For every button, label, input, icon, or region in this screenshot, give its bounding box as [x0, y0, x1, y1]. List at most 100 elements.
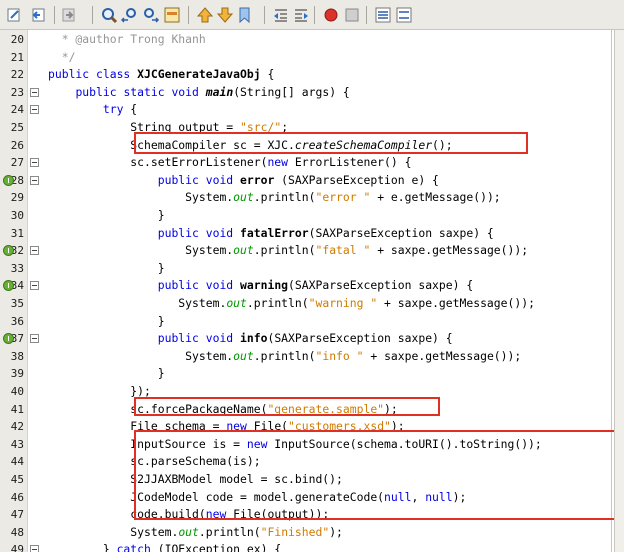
line-number: 22	[10, 68, 24, 82]
code-token: .println(	[198, 524, 261, 539]
previous-bookmark-icon	[196, 7, 214, 28]
code-line[interactable]: 34 public void warning(SAXParseException…	[0, 277, 614, 295]
code-text: }	[48, 207, 165, 225]
code-token: (SAXParseException e) {	[274, 172, 439, 187]
fold-toggle-icon[interactable]	[30, 334, 39, 344]
fold-toggle-icon[interactable]	[30, 246, 39, 256]
code-line[interactable]: 23 public static void main(String[] args…	[0, 84, 614, 102]
code-text: try {	[48, 101, 137, 119]
code-token: "Finished"	[260, 524, 330, 539]
shift-right-icon	[292, 9, 310, 28]
line-number: 26	[10, 138, 24, 152]
code-token: (IOException ex) {	[150, 542, 282, 552]
code-line[interactable]: 28 public void error (SAXParseException …	[0, 172, 614, 190]
forward-button[interactable]	[60, 6, 78, 24]
find-button[interactable]	[100, 6, 118, 24]
start-macro-button[interactable]	[322, 6, 340, 24]
comment-icon	[374, 7, 392, 28]
code-line[interactable]: 39 }	[0, 365, 614, 383]
stop-macro-icon	[343, 8, 361, 28]
code-token: }	[48, 366, 165, 381]
code-token: "fatal "	[315, 243, 371, 258]
fold-toggle-icon[interactable]	[30, 105, 39, 115]
code-line[interactable]: 30 }	[0, 207, 614, 225]
comment-button[interactable]	[374, 6, 392, 24]
code-line[interactable]: 35 System.out.println("warning " + saxpe…	[0, 295, 614, 313]
code-line[interactable]: 37 public void info(SAXParseException sa…	[0, 330, 614, 348]
fold-toggle-icon[interactable]	[30, 158, 39, 168]
shift-left-icon	[272, 9, 290, 28]
line-number: 41	[10, 402, 24, 416]
last-edit-button[interactable]	[6, 6, 24, 24]
editor-toolbar	[0, 0, 624, 30]
code-line[interactable]: 49 } catch (IOException ex) {	[0, 541, 614, 552]
code-line[interactable]: 38 System.out.println("info " + saxpe.ge…	[0, 348, 614, 366]
find-next-button[interactable]	[142, 6, 160, 24]
toolbar-separator	[92, 6, 93, 24]
code-token: System.	[48, 243, 234, 258]
previous-bookmark-button[interactable]	[196, 6, 214, 24]
code-token: .println(	[253, 190, 316, 205]
code-token: sc.setErrorListener(	[48, 155, 268, 170]
code-token: try	[102, 102, 124, 117]
fold-toggle-icon[interactable]	[30, 175, 39, 185]
line-number: 30	[10, 209, 24, 222]
code-token: .println(	[246, 296, 309, 310]
code-line[interactable]: 31 public void fatalError(SAXParseExcept…	[0, 225, 614, 243]
code-line[interactable]: 24 try {	[0, 101, 614, 119]
uncomment-icon	[395, 7, 413, 28]
code-token: (SAXParseException saxpe) {	[308, 225, 494, 240]
stop-macro-button[interactable]	[343, 6, 361, 24]
code-text: System.out.println("fatal " + saxpe.getM…	[48, 242, 528, 260]
code-line[interactable]: 20 * @author Trong Khanh	[0, 31, 614, 49]
toggle-highlight-button[interactable]	[163, 6, 181, 24]
toolbar-separator	[314, 6, 315, 24]
code-line[interactable]: 33 }	[0, 260, 614, 278]
fold-toggle-icon[interactable]	[30, 281, 39, 291]
last-edit-icon	[6, 8, 24, 28]
code-line[interactable]: 27 sc.setErrorListener(new ErrorListener…	[0, 154, 614, 172]
shift-right-button[interactable]	[292, 6, 310, 24]
code-text: }	[48, 313, 165, 331]
line-number: 46	[10, 490, 24, 504]
code-line[interactable]: 32 System.out.println("fatal " + saxpe.g…	[0, 242, 614, 260]
back-icon	[30, 8, 48, 28]
highlight-box-line-41	[134, 397, 440, 416]
shift-left-button[interactable]	[272, 6, 290, 24]
fold-toggle-icon[interactable]	[30, 87, 39, 97]
code-token: System.	[48, 190, 234, 205]
code-text: public void error (SAXParseException e) …	[48, 172, 439, 190]
toggle-bookmark-button[interactable]	[236, 6, 254, 24]
line-number: 48	[10, 525, 24, 539]
back-button[interactable]	[30, 6, 48, 24]
find-previous-button[interactable]	[120, 6, 139, 24]
code-text: public void info(SAXParseException saxpe…	[48, 330, 453, 348]
code-line[interactable]: 48 System.out.println("Finished");	[0, 524, 614, 542]
code-token: XJCGenerateJavaObj	[137, 67, 261, 82]
override-annotation-icon[interactable]	[3, 174, 14, 186]
code-token: */	[48, 49, 76, 64]
line-number: 33	[10, 261, 24, 275]
error-stripe[interactable]	[614, 30, 624, 552]
fold-toggle-icon[interactable]	[30, 545, 39, 552]
code-token: System.	[48, 524, 179, 539]
uncomment-button[interactable]	[395, 6, 413, 24]
next-bookmark-button[interactable]	[216, 6, 234, 24]
code-line[interactable]: 22 public class XJCGenerateJavaObj {	[0, 66, 614, 84]
code-text: */	[48, 49, 76, 67]
code-text: } catch (IOException ex) {	[48, 541, 281, 552]
code-line[interactable]: 21 */	[0, 49, 614, 67]
toolbar-separator	[264, 6, 265, 24]
line-number: 20	[10, 33, 24, 46]
code-line[interactable]: 36 }	[0, 313, 614, 331]
toolbar-separator	[188, 6, 189, 24]
code-line[interactable]: 29 System.out.println("error " + e.getMe…	[0, 189, 614, 207]
code-editor[interactable]: 20 * @author Trong Khanh 21 */22 public cl…	[0, 30, 614, 552]
find-next-icon	[142, 8, 160, 28]
code-text: System.out.println("error " + e.getMessa…	[48, 189, 501, 207]
code-token: {	[260, 67, 275, 82]
